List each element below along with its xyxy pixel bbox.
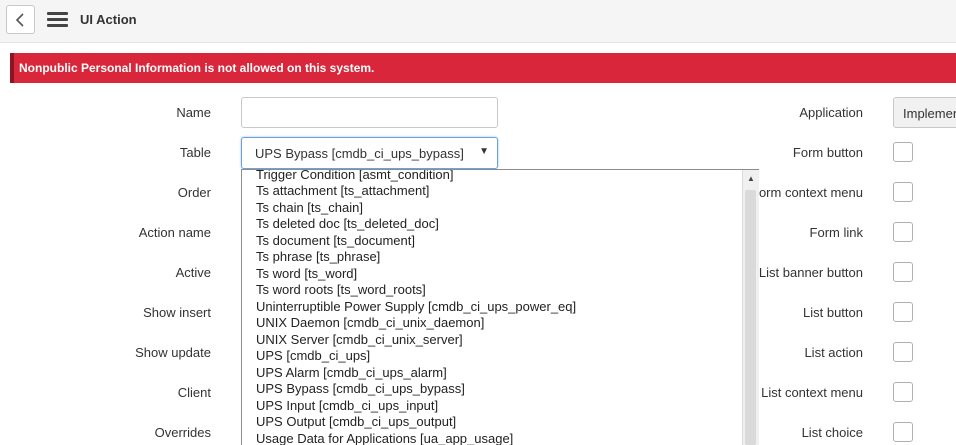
form-link-checkbox[interactable] [893, 222, 913, 242]
dropdown-option[interactable]: Ts word [ts_word] [256, 266, 357, 282]
label-form-button: Form button [792, 145, 863, 160]
dropdown-option[interactable]: Ts phrase [ts_phrase] [256, 249, 380, 265]
list-context-menu-checkbox[interactable] [893, 382, 913, 402]
label-client: Client [177, 385, 211, 400]
dropdown-option[interactable]: UNIX Server [cmdb_ci_unix_server] [256, 332, 463, 348]
label-list-button: List button [803, 305, 863, 320]
form-button-checkbox[interactable] [893, 142, 913, 162]
dropdown-option[interactable]: UPS Output [cmdb_ci_ups_output] [256, 414, 456, 430]
chevron-left-icon [15, 13, 24, 27]
label-active: Active [175, 265, 211, 280]
label-order: Order [177, 185, 211, 200]
dropdown-option[interactable]: Ts deleted doc [ts_deleted_doc] [256, 216, 439, 232]
label-form-context-menu: Form context menu [751, 185, 863, 200]
application-value: Implementation [903, 106, 956, 121]
dropdown-option[interactable]: Ts chain [ts_chain] [256, 200, 363, 216]
list-choice-checkbox[interactable] [893, 422, 913, 442]
dropdown-option[interactable]: Ts word roots [ts_word_roots] [256, 282, 426, 298]
hamburger-menu-icon[interactable] [47, 12, 68, 29]
list-banner-button-checkbox[interactable] [893, 262, 913, 282]
page-title: UI Action [80, 12, 137, 27]
label-show-update: Show update [135, 345, 211, 360]
table-select-value: UPS Bypass [cmdb_ci_ups_bypass] [255, 146, 464, 161]
table-dropdown-list: Trigger Condition [asmt_condition] Ts at… [241, 169, 759, 445]
scroll-up-arrow-icon[interactable]: ▲ [747, 174, 755, 183]
label-overrides: Overrides [154, 425, 211, 440]
dropdown-option[interactable]: UPS Bypass [cmdb_ci_ups_bypass] [256, 381, 465, 397]
application-button[interactable]: Implementation [893, 97, 956, 128]
caret-down-icon: ▼ [479, 146, 489, 157]
label-list-context-menu: List context menu [761, 385, 863, 400]
label-action-name: Action name [138, 225, 211, 240]
dropdown-option[interactable]: Ts document [ts_document] [256, 233, 415, 249]
dropdown-option[interactable]: Uninterruptible Power Supply [cmdb_ci_up… [256, 299, 576, 315]
form-context-menu-checkbox[interactable] [893, 182, 913, 202]
dropdown-scrollbar[interactable]: ▲ [742, 170, 759, 445]
label-application: Application [799, 105, 863, 120]
table-select[interactable]: UPS Bypass [cmdb_ci_ups_bypass] ▼ [241, 137, 498, 169]
name-field[interactable] [241, 97, 498, 128]
banner-text: Nonpublic Personal Information is not al… [19, 61, 375, 75]
label-show-insert: Show insert [143, 305, 211, 320]
dropdown-option[interactable]: Ts attachment [ts_attachment] [256, 183, 429, 199]
label-table: Table [179, 145, 211, 160]
dropdown-option[interactable]: UPS Input [cmdb_ci_ups_input] [256, 398, 438, 414]
label-list-action: List action [804, 345, 863, 360]
label-list-banner-button: List banner button [758, 265, 863, 280]
dropdown-option[interactable]: UPS Alarm [cmdb_ci_ups_alarm] [256, 365, 447, 381]
scrollbar-thumb[interactable] [745, 190, 756, 445]
back-button[interactable] [6, 5, 35, 34]
label-name: Name [176, 105, 211, 120]
nppi-warning-banner: Nonpublic Personal Information is not al… [10, 53, 956, 83]
label-form-link: Form link [809, 225, 863, 240]
dropdown-option[interactable]: UNIX Daemon [cmdb_ci_unix_daemon] [256, 315, 484, 331]
dropdown-option[interactable]: UPS [cmdb_ci_ups] [256, 348, 370, 364]
list-action-checkbox[interactable] [893, 342, 913, 362]
dropdown-option[interactable]: Usage Data for Applications [ua_app_usag… [256, 431, 513, 445]
list-button-checkbox[interactable] [893, 302, 913, 322]
dropdown-option[interactable]: Trigger Condition [asmt_condition] [256, 170, 454, 183]
label-list-choice: List choice [801, 425, 863, 440]
form-header: UI Action [0, 0, 956, 43]
